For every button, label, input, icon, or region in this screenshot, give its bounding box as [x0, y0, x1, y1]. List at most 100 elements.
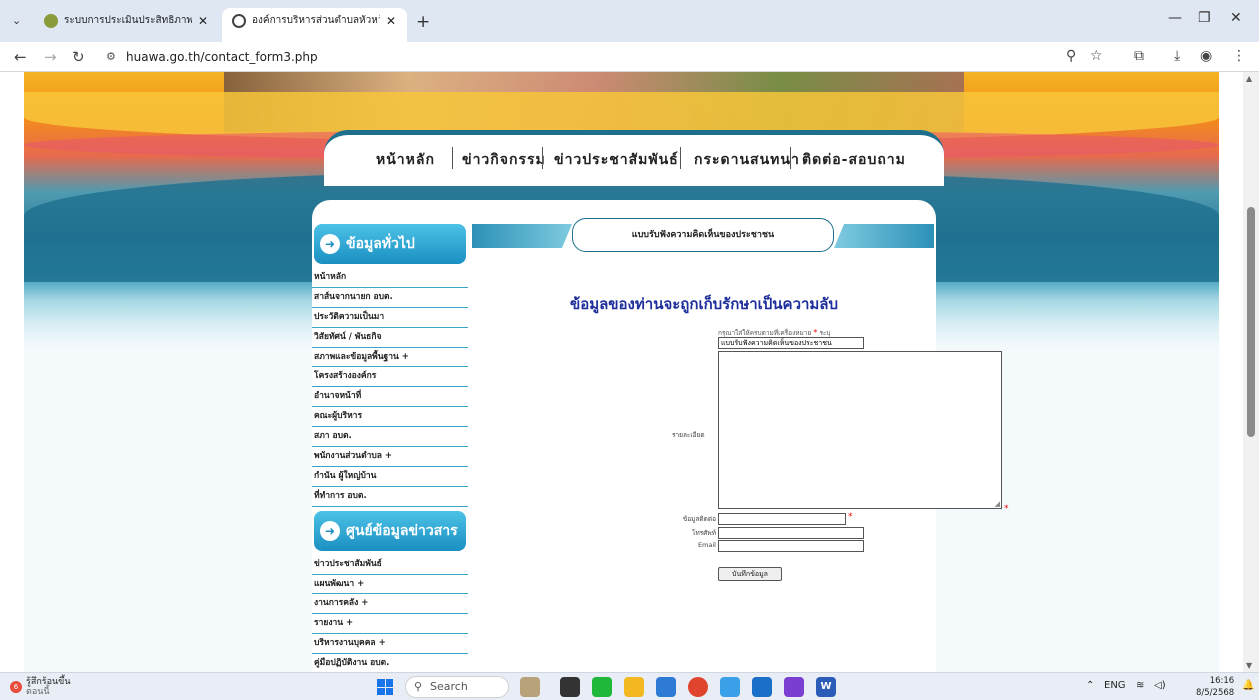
line-app-icon[interactable] [592, 677, 612, 697]
sidebar-item[interactable]: หน้าหลัก [312, 268, 468, 288]
detail-label: รายละเอียด [672, 431, 705, 439]
file-explorer-icon[interactable] [624, 677, 644, 697]
main-nav: หน้าหลัก ข่าวกิจกรรม ข่าวประชาสัมพันธ์ ก… [324, 130, 944, 186]
sidebar-item[interactable]: คู่มือปฏิบัติงาน อบต. [312, 654, 468, 672]
clock[interactable]: 16:16 8/5/2568 [1196, 675, 1234, 699]
page-viewport: หน้าหลัก ข่าวกิจกรรม ข่าวประชาสัมพันธ์ ก… [0, 72, 1243, 672]
volume-icon[interactable]: ◁) [1154, 680, 1166, 691]
chrome-icon[interactable] [688, 677, 708, 697]
sidebar-item[interactable]: สภาพและข้อมูลพื้นฐาน + [312, 348, 468, 368]
app-icon[interactable] [656, 677, 676, 697]
bookmark-star-icon[interactable]: ☆ [1090, 48, 1103, 64]
scroll-thumb[interactable] [1247, 207, 1255, 437]
url-input[interactable]: ⚙ huawa.go.th/contact_form3.php [100, 46, 1050, 68]
nav-webboard[interactable]: กระดานสนทนา [694, 149, 800, 171]
close-tab-icon[interactable]: ✕ [198, 14, 208, 28]
notification-bell-icon[interactable]: 🔔 [1242, 680, 1254, 691]
nav-activities[interactable]: ข่าวกิจกรรม [462, 149, 546, 171]
tray-chevron-icon[interactable]: ⌃ [1086, 680, 1094, 691]
sidebar-item[interactable]: ที่ทำการ อบต. [312, 487, 468, 507]
close-window-icon[interactable]: ✕ [1230, 10, 1242, 26]
weather-widget[interactable]: 6 รู้สึกร้อนขึ้น ตอนนี้ [10, 677, 70, 697]
phone-field[interactable] [718, 527, 864, 539]
profile-icon[interactable]: ◉ [1200, 48, 1212, 64]
email-label: Email [697, 541, 716, 549]
tab-title: องค์การบริหารส่วนตำบลหัวหว้า อำเภ [252, 15, 380, 26]
site-info-icon[interactable]: ⚙ [106, 46, 116, 68]
nav-home[interactable]: หน้าหลัก [376, 149, 435, 171]
reload-icon[interactable]: ↻ [72, 48, 85, 66]
sidebar-general-header: ➜ ข้อมูลทั่วไป [314, 224, 466, 264]
sidebar-item[interactable]: สาส์นจากนายก อบต. [312, 288, 468, 308]
required-star: * [813, 328, 818, 337]
sidebar-item[interactable]: พนักงานส่วนตำบล + [312, 447, 468, 467]
sidebar-item[interactable]: กำนัน ผู้ใหญ่บ้าน [312, 467, 468, 487]
sidebar-news-header: ➜ ศูนย์ข้อมูลข่าวสาร [314, 510, 466, 551]
menu-kebab-icon[interactable]: ⋮ [1232, 48, 1246, 64]
subject-field[interactable]: แบบรับฟังความคิดเห็นของประชาชน [718, 337, 864, 349]
tab-title: ระบบการประเมินประสิทธิภาพขององค์ [64, 15, 192, 26]
forward-icon[interactable]: → [44, 48, 57, 66]
task-view-icon[interactable] [560, 677, 580, 697]
extensions-icon[interactable]: ⧉ [1134, 48, 1144, 64]
sidebar-item[interactable]: ประวัติความเป็นมา [312, 308, 468, 328]
sidebar-item[interactable]: บริหารงานบุคคล + [312, 634, 468, 655]
main-content: ➜ ข้อมูลทั่วไป หน้าหลัก สาส์นจากนายก อบต… [312, 200, 1009, 672]
arrow-right-icon: ➜ [320, 234, 340, 254]
header-banner: หน้าหลัก ข่าวกิจกรรม ข่าวประชาสัมพันธ์ ก… [24, 72, 1219, 672]
edge-icon[interactable] [720, 677, 740, 697]
nav-contact[interactable]: ติดต่อ-สอบถาม [802, 149, 906, 171]
download-icon[interactable]: ⤓ [1174, 48, 1180, 64]
sidebar: ➜ ข้อมูลทั่วไป หน้าหลัก สาส์นจากนายก อบต… [312, 220, 468, 672]
email-field[interactable] [718, 540, 864, 552]
globe-icon [232, 14, 246, 28]
new-tab-button[interactable]: + [416, 12, 430, 32]
detail-textarea[interactable]: ◢ [718, 351, 1002, 509]
word-icon[interactable]: W [816, 677, 836, 697]
arrow-right-icon: ➜ [320, 520, 340, 541]
app-icon[interactable] [784, 677, 804, 697]
form-header: แบบรับฟังความคิดเห็นของประชาชน [472, 218, 934, 252]
language-indicator[interactable]: ENG [1104, 680, 1126, 691]
minimize-icon[interactable]: — [1168, 10, 1182, 26]
browser-tab-bar: ⌄ ระบบการประเมินประสิทธิภาพขององค์ ✕ องค… [0, 0, 1259, 42]
form-title: แบบรับฟังความคิดเห็นของประชาชน [572, 218, 834, 252]
sidebar-item[interactable]: สภา อบต. [312, 427, 468, 448]
contact-field[interactable] [718, 513, 846, 525]
taskbar-search[interactable]: ⚲ Search [405, 676, 509, 698]
back-icon[interactable]: ← [14, 48, 27, 66]
sidebar-item[interactable]: งานการคลัง + [312, 594, 468, 615]
url-text: huawa.go.th/contact_form3.php [126, 50, 318, 64]
required-star: * [848, 512, 853, 522]
tab-search-chevron-icon[interactable]: ⌄ [12, 14, 21, 27]
zoom-icon[interactable]: ⚲ [1066, 48, 1076, 64]
phone-label: โทรศัพท์ [692, 529, 716, 537]
windows-start-icon[interactable] [377, 679, 393, 695]
restore-icon[interactable]: ❐ [1198, 10, 1211, 26]
browser-tab-1[interactable]: ระบบการประเมินประสิทธิภาพขององค์ ✕ [34, 8, 220, 42]
required-star: * [1004, 504, 1009, 514]
weather-badge: 6 [10, 681, 22, 693]
save-button[interactable]: บันทึกข้อมูล [718, 567, 782, 581]
sidebar-item[interactable]: อำนาจหน้าที่ [312, 387, 468, 408]
sidebar-item[interactable]: รายงาน + [312, 614, 468, 635]
sidebar-item[interactable]: คณะผู้บริหาร [312, 407, 468, 428]
widgets-app-icon[interactable] [520, 677, 540, 697]
browser-tab-2[interactable]: องค์การบริหารส่วนตำบลหัวหว้า อำเภ ✕ [222, 8, 407, 42]
contact-label: ข้อมูลติดต่อ [682, 515, 716, 523]
scroll-down-icon[interactable]: ▼ [1246, 661, 1252, 670]
scroll-up-icon[interactable]: ▲ [1246, 74, 1252, 83]
page-scrollbar[interactable]: ▲ ▼ [1243, 72, 1259, 672]
sidebar-item[interactable]: แผนพัฒนา + [312, 575, 468, 595]
nav-pr-news[interactable]: ข่าวประชาสัมพันธ์ [554, 149, 679, 171]
resize-grip-icon[interactable]: ◢ [995, 500, 1000, 508]
taskbar: 6 รู้สึกร้อนขึ้น ตอนนี้ ⚲ Search W ⌃ ENG… [0, 672, 1259, 700]
sidebar-item[interactable]: วิสัยทัศน์ / พันธกิจ [312, 328, 468, 348]
wifi-icon[interactable]: ≋ [1136, 680, 1144, 691]
feedback-form: แบบรับฟังความคิดเห็นของประชาชน ข้อมูลของ… [472, 218, 1009, 672]
site-favicon-icon [44, 14, 58, 28]
sidebar-item[interactable]: โครงสร้างองค์กร [312, 367, 468, 388]
close-tab-icon[interactable]: ✕ [386, 14, 396, 28]
store-icon[interactable] [752, 677, 772, 697]
sidebar-item[interactable]: ข่าวประชาสัมพันธ์ [312, 555, 468, 575]
